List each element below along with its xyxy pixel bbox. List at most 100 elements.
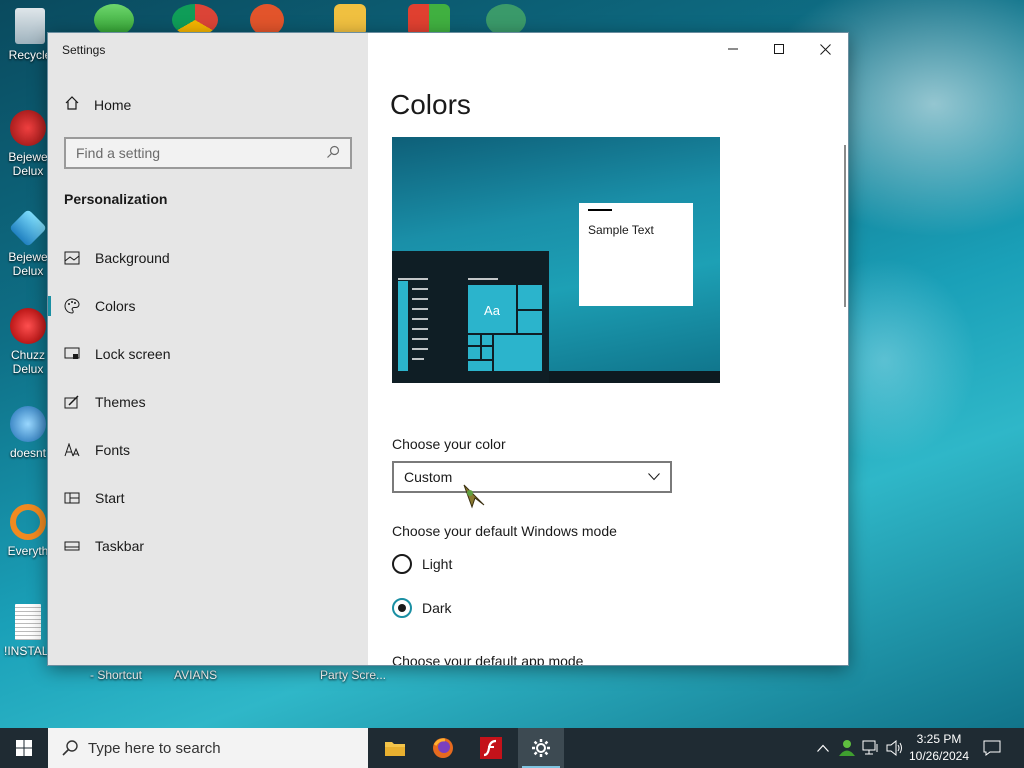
text-file-icon (15, 604, 41, 640)
sidebar-item-lock-screen[interactable]: Lock screen (48, 330, 368, 378)
desktop-icon-label: Everyth (7, 544, 49, 558)
gear-icon (532, 739, 550, 757)
recycle-bin-icon[interactable]: Recycle (6, 8, 54, 62)
radio-dark[interactable]: Dark (392, 598, 452, 618)
folder-icon (385, 742, 405, 756)
app-mode-label: Choose your default app mode (392, 653, 584, 665)
sidebar-item-fonts[interactable]: Fonts (48, 426, 368, 474)
radio-label: Dark (422, 600, 452, 616)
desktop-app-icon[interactable] (408, 4, 450, 36)
globe-icon (10, 406, 46, 442)
find-setting-input[interactable]: Find a setting (64, 137, 352, 169)
tray-app-button[interactable] (836, 728, 858, 768)
show-hidden-icons-button[interactable] (812, 728, 834, 768)
sidebar-item-label: Colors (95, 298, 136, 314)
bejeweled-icon (10, 110, 46, 146)
desktop-icon-label: Recycle (8, 48, 52, 62)
chrome-icon[interactable] (172, 4, 218, 36)
radio-label: Light (422, 556, 453, 572)
file-explorer-button[interactable] (372, 728, 418, 768)
person-icon (839, 740, 855, 756)
sidebar-item-label: Taskbar (95, 538, 145, 554)
sidebar-item-label: Fonts (95, 442, 131, 458)
sidebar-item-label: Background (95, 250, 170, 266)
desktop-icon-label: doesnt (9, 446, 47, 460)
desktop-app-icon[interactable] (334, 4, 366, 36)
network-icon (862, 740, 878, 755)
desktop-shortcut[interactable]: Everyth (4, 504, 52, 558)
clock-time: 3:25 PM (916, 732, 962, 746)
network-button[interactable] (860, 728, 882, 768)
desktop-icon-label: Chuzz Delux (10, 348, 45, 376)
sidebar-item-label: Start (95, 490, 125, 506)
desktop-app-icon[interactable] (250, 4, 284, 36)
sidebar-item-background[interactable]: Background (48, 234, 368, 282)
sidebar-item-start[interactable]: Start (48, 474, 368, 522)
palette-icon (64, 298, 80, 314)
home-icon (64, 95, 80, 114)
sidebar-item-taskbar[interactable]: Taskbar (48, 522, 368, 570)
sidebar-item-themes[interactable]: Themes (48, 378, 368, 426)
settings-window: Settings Home Find a setting Personaliza… (48, 33, 848, 665)
maximize-icon (774, 44, 784, 54)
minimize-button[interactable] (710, 33, 756, 65)
search-icon (326, 145, 340, 162)
minimize-icon (728, 48, 738, 50)
preview-tile-text: Aa (484, 303, 500, 318)
desktop-shortcut[interactable]: doesnt (4, 406, 52, 460)
color-mode-dropdown[interactable]: Custom (392, 461, 672, 493)
taskbar-clock[interactable]: 3:25 PM 10/26/2024 (900, 731, 978, 765)
recycle-bin-glyph (15, 8, 45, 44)
fonts-icon (64, 443, 80, 457)
sidebar-item-colors[interactable]: Colors (48, 282, 368, 330)
desktop-file[interactable]: !INSTALL (4, 604, 55, 658)
home-nav-item[interactable]: Home (64, 95, 131, 114)
bejeweled-icon (8, 208, 48, 248)
preview-graphic (392, 203, 720, 383)
sidebar: Settings Home Find a setting Personaliza… (48, 33, 368, 665)
desktop-icon-label[interactable]: Party Scre... (320, 668, 386, 682)
image-icon (64, 251, 80, 265)
choose-color-label: Choose your color (392, 436, 506, 452)
action-center-button[interactable] (978, 728, 1006, 768)
flash-player-button[interactable] (468, 728, 514, 768)
sidebar-item-label: Lock screen (95, 346, 171, 362)
desktop-icon-label[interactable]: - Shortcut (90, 668, 142, 682)
search-icon (62, 740, 78, 756)
firefox-icon (433, 738, 453, 758)
radio-circle (392, 554, 412, 574)
home-label: Home (94, 96, 132, 113)
start-icon (64, 492, 80, 504)
color-preview: Sample Text Aa (392, 137, 720, 383)
maximize-button[interactable] (756, 33, 802, 65)
desktop-shortcut[interactable]: Bejewe Delux (4, 208, 52, 278)
search-placeholder: Find a setting (76, 145, 161, 161)
firefox-button[interactable] (420, 728, 466, 768)
taskbar-search-placeholder: Type here to search (88, 739, 221, 757)
settings-taskbar-button[interactable] (518, 728, 564, 768)
desktop-shortcut[interactable]: Chuzz Delux (4, 308, 52, 376)
desktop-shortcut[interactable]: Bejewe Delux (4, 110, 52, 178)
everything-search-icon (10, 504, 46, 540)
desktop-icon-label: Bejewe Delux (8, 150, 48, 178)
taskbar-icon (64, 541, 80, 551)
windows-logo-icon (16, 740, 32, 756)
radio-light[interactable]: Light (392, 554, 452, 574)
chuzzle-icon (10, 308, 46, 344)
taskbar-search-box[interactable]: Type here to search (48, 728, 368, 768)
windows-mode-label: Choose your default Windows mode (392, 523, 617, 539)
dropdown-value: Custom (404, 469, 453, 485)
clock-date: 10/26/2024 (908, 749, 970, 763)
chevron-up-icon (817, 744, 829, 752)
close-button[interactable] (802, 33, 848, 65)
themes-icon (64, 395, 80, 409)
close-icon (819, 43, 831, 55)
window-title: Settings (62, 43, 106, 57)
desktop-icon-label[interactable]: AVIANS (174, 668, 217, 682)
flash-icon (480, 737, 502, 759)
start-button[interactable] (0, 728, 48, 768)
desktop-app-icon[interactable] (486, 4, 526, 36)
scrollbar[interactable] (844, 145, 846, 307)
desktop-app-icon[interactable] (94, 4, 134, 36)
lock-screen-icon (64, 347, 80, 361)
